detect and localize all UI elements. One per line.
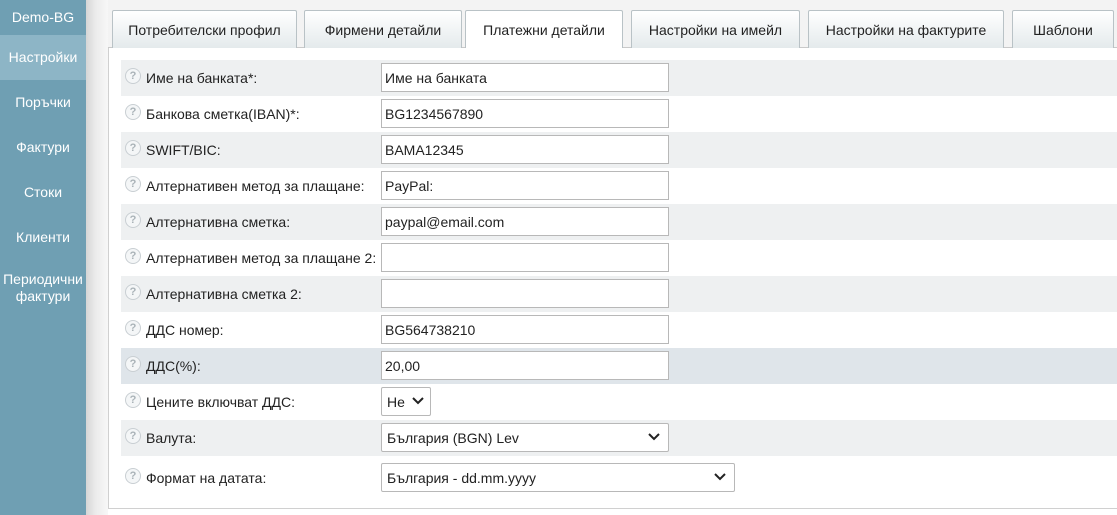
prices-include-vat-select[interactable]: Не [381, 387, 431, 416]
form-row-swift: ? SWIFT/BIC: [121, 132, 1117, 168]
form-row-prices-include-vat: ? Цените включват ДДС: Не [121, 384, 1117, 420]
form-row-alt-account-2: ? Алтернативна сметка 2: [121, 276, 1117, 312]
help-icon[interactable]: ? [125, 140, 141, 156]
account-name[interactable]: Demo-BG [0, 0, 86, 35]
form-row-alt-account: ? Алтернативна сметка: [121, 204, 1117, 240]
vat-percent-label: ДДС(%): [146, 358, 201, 374]
help-icon[interactable]: ? [125, 68, 141, 84]
form-row-alt-method: ? Алтернативен метод за плащане: [121, 168, 1117, 204]
help-icon[interactable]: ? [125, 284, 141, 300]
help-icon[interactable]: ? [125, 176, 141, 192]
form-row-vat-percent: ? ДДС(%): [121, 348, 1117, 384]
swift-input[interactable] [381, 135, 669, 164]
alt-payment-method-2-label: Алтернативен метод за плащане 2: [146, 250, 377, 266]
vat-number-input[interactable] [381, 315, 669, 344]
form-row-vat-number: ? ДДС номер: [121, 312, 1117, 348]
form-row-alt-method-2: ? Алтернативен метод за плащане 2: [121, 240, 1117, 276]
bank-name-input[interactable] [381, 63, 669, 92]
help-icon[interactable]: ? [125, 356, 141, 372]
help-icon[interactable]: ? [125, 104, 141, 120]
chevron-down-icon [648, 433, 660, 441]
tab-templates[interactable]: Шаблони [1012, 10, 1114, 48]
date-format-select[interactable]: България - dd.mm.yyyy [381, 463, 735, 492]
sidebar-item-settings[interactable]: Настройки [0, 35, 86, 80]
currency-select[interactable]: България (BGN) Lev [381, 423, 669, 452]
form-row-currency: ? Валута: България (BGN) Lev [121, 420, 1117, 456]
form-row-iban: ? Банкова сметка(IBAN)*: [121, 96, 1117, 132]
date-format-value: България - dd.mm.yyyy [387, 469, 536, 486]
tab-payment-details[interactable]: Платежни детайли [465, 10, 623, 49]
help-icon[interactable]: ? [125, 212, 141, 228]
bank-name-label: Име на банката*: [146, 70, 258, 86]
sidebar-item-products[interactable]: Стоки [0, 170, 86, 215]
alt-payment-method-2-input[interactable] [381, 243, 669, 272]
form-row-date-format: ? Формат на датата: България - dd.mm.yyy… [121, 460, 1117, 496]
tab-user-profile[interactable]: Потребителски профил [112, 10, 297, 48]
tab-invoice-settings[interactable]: Настройки на фактурите [808, 10, 1004, 48]
vat-number-label: ДДС номер: [146, 322, 224, 338]
iban-label: Банкова сметка(IBAN)*: [146, 106, 300, 122]
chevron-down-icon [412, 397, 424, 405]
help-icon[interactable]: ? [125, 428, 141, 444]
sidebar-item-clients[interactable]: Клиенти [0, 215, 86, 260]
iban-input[interactable] [381, 99, 669, 128]
date-format-label: Формат на датата: [146, 470, 267, 486]
sidebar-divider [86, 0, 108, 515]
sidebar-item-recurring-invoices[interactable]: Периодични фактури [0, 260, 86, 316]
alt-account-2-input[interactable] [381, 279, 669, 308]
tab-company-details[interactable]: Фирмени детайли [304, 10, 462, 48]
tab-email-settings[interactable]: Настройки на имейл [631, 10, 800, 48]
sidebar-item-orders[interactable]: Поръчки [0, 80, 86, 125]
currency-value: България (BGN) Lev [387, 429, 519, 446]
help-icon[interactable]: ? [125, 392, 141, 408]
sidebar: Demo-BG Настройки Поръчки Фактури Стоки … [0, 0, 86, 515]
payment-details-form: ? Име на банката*: ? Банкова сметка(IBAN… [108, 48, 1117, 509]
swift-label: SWIFT/BIC: [146, 142, 221, 158]
alt-payment-method-input[interactable] [381, 171, 669, 200]
help-icon[interactable]: ? [125, 320, 141, 336]
prices-include-vat-label: Цените включват ДДС: [146, 394, 296, 410]
currency-label: Валута: [146, 430, 197, 446]
form-row-bank-name: ? Име на банката*: [121, 60, 1117, 96]
alt-account-label: Алтернативна сметка: [146, 214, 291, 230]
help-icon[interactable]: ? [125, 468, 141, 484]
vat-percent-input[interactable] [381, 351, 669, 380]
sidebar-item-invoices[interactable]: Фактури [0, 125, 86, 170]
alt-payment-method-label: Алтернативен метод за плащане: [146, 178, 365, 194]
settings-tabs: Потребителски профил Фирмени детайли Пла… [108, 0, 1117, 49]
alt-account-2-label: Алтернативна сметка 2: [146, 286, 302, 302]
prices-include-vat-value: Не [387, 393, 405, 410]
alt-account-input[interactable] [381, 207, 669, 236]
help-icon[interactable]: ? [125, 248, 141, 264]
chevron-down-icon [714, 473, 726, 481]
